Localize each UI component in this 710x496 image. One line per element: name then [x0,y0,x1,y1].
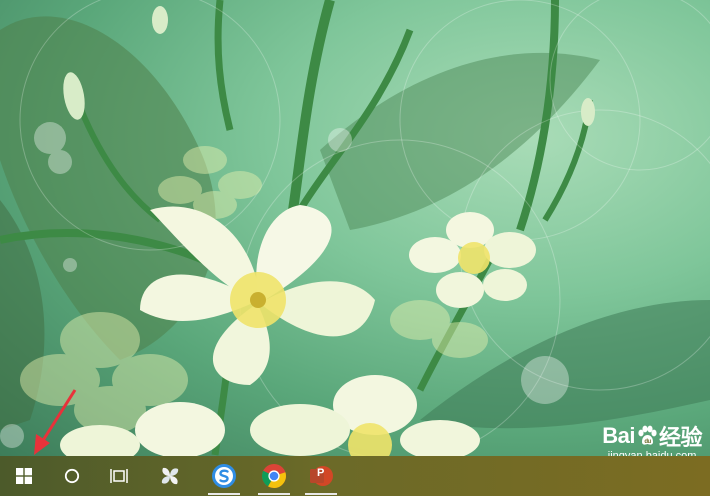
chrome-icon [262,464,286,488]
watermark-brand-left: Bai [602,423,635,448]
desktop-wallpaper [0,0,710,456]
sogou-browser-button[interactable] [202,456,246,496]
pinwheel-app-button[interactable] [148,456,192,496]
running-indicator [208,493,240,495]
taskbar: P [0,456,710,496]
baidu-paw-icon: du [638,425,657,445]
task-view-button[interactable] [97,456,141,496]
pinwheel-app-icon [161,467,179,485]
sogou-browser-icon [212,464,236,488]
chrome-button[interactable] [252,456,296,496]
powerpoint-button[interactable]: P [299,456,343,496]
cortana-search-icon [64,468,80,484]
running-indicator [305,493,337,495]
wallpaper-artwork [0,0,710,456]
task-view-icon [110,469,128,483]
start-button[interactable] [2,456,46,496]
running-indicator [258,493,290,495]
svg-text:du: du [644,439,651,445]
watermark-brand-right: 经验 [658,425,703,450]
cortana-search-button[interactable] [50,456,94,496]
windows-start-icon [16,468,32,484]
powerpoint-letter: P [317,467,325,479]
